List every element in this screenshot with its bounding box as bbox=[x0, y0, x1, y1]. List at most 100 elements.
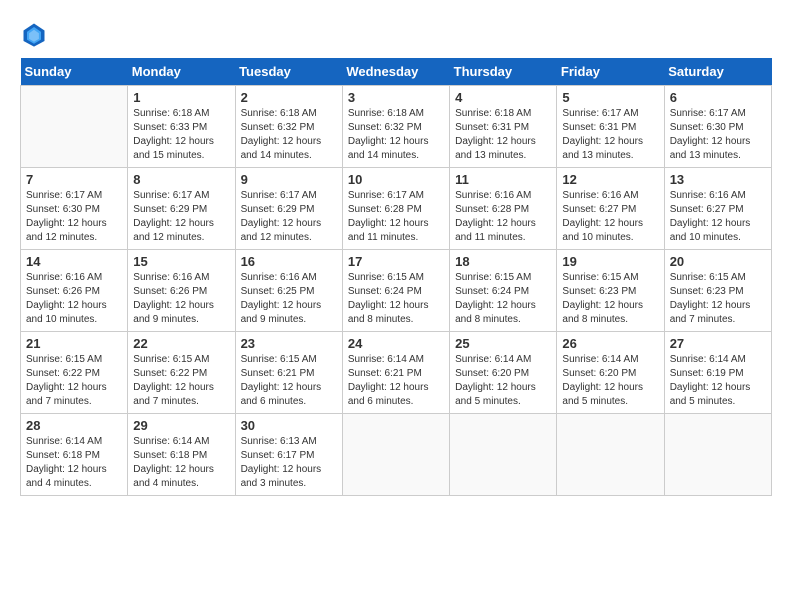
day-number: 20 bbox=[670, 254, 766, 269]
day-number: 30 bbox=[241, 418, 337, 433]
calendar-cell: 14 Sunrise: 6:16 AM Sunset: 6:26 PM Dayli… bbox=[21, 250, 128, 332]
day-number: 24 bbox=[348, 336, 444, 351]
day-number: 11 bbox=[455, 172, 551, 187]
day-number: 6 bbox=[670, 90, 766, 105]
day-number: 23 bbox=[241, 336, 337, 351]
day-number: 7 bbox=[26, 172, 122, 187]
day-number: 25 bbox=[455, 336, 551, 351]
day-number: 17 bbox=[348, 254, 444, 269]
calendar-cell: 20 Sunrise: 6:15 AM Sunset: 6:23 PM Dayli… bbox=[664, 250, 771, 332]
calendar-cell: 2Sunrise: 6:18 AM Sunset: 6:32 PM Daylig… bbox=[235, 86, 342, 168]
day-number: 16 bbox=[241, 254, 337, 269]
day-info: Sunrise: 6:16 AM Sunset: 6:27 PM Dayligh… bbox=[670, 189, 766, 245]
calendar-cell: 5Sunrise: 6:17 AM Sunset: 6:31 PM Daylig… bbox=[557, 86, 664, 168]
day-number: 28 bbox=[26, 418, 122, 433]
day-info: Sunrise: 6:15 AM Sunset: 6:24 PM Dayligh… bbox=[455, 271, 551, 327]
calendar-cell: 10Sunrise: 6:17 AM Sunset: 6:28 PM Dayli… bbox=[342, 168, 449, 250]
day-info: Sunrise: 6:14 AM Sunset: 6:20 PM Dayligh… bbox=[562, 353, 658, 409]
day-info: Sunrise: 6:17 AM Sunset: 6:29 PM Dayligh… bbox=[133, 189, 229, 245]
calendar-cell: 22 Sunrise: 6:15 AM Sunset: 6:22 PM Dayli… bbox=[128, 332, 235, 414]
day-number: 27 bbox=[670, 336, 766, 351]
calendar-cell: 30 Sunrise: 6:13 AM Sunset: 6:17 PM Dayli… bbox=[235, 414, 342, 496]
day-number: 3 bbox=[348, 90, 444, 105]
header-monday: Monday bbox=[128, 58, 235, 86]
calendar-cell: 17 Sunrise: 6:15 AM Sunset: 6:24 PM Dayli… bbox=[342, 250, 449, 332]
day-info: Sunrise: 6:15 AM Sunset: 6:23 PM Dayligh… bbox=[562, 271, 658, 327]
day-number: 29 bbox=[133, 418, 229, 433]
day-info: Sunrise: 6:14 AM Sunset: 6:18 PM Dayligh… bbox=[133, 435, 229, 491]
day-number: 4 bbox=[455, 90, 551, 105]
calendar-cell: 11 Sunrise: 6:16 AM Sunset: 6:28 PM Dayli… bbox=[450, 168, 557, 250]
day-info: Sunrise: 6:15 AM Sunset: 6:22 PM Dayligh… bbox=[26, 353, 122, 409]
day-info: Sunrise: 6:15 AM Sunset: 6:22 PM Dayligh… bbox=[133, 353, 229, 409]
calendar-cell: 29 Sunrise: 6:14 AM Sunset: 6:18 PM Dayli… bbox=[128, 414, 235, 496]
day-info: Sunrise: 6:14 AM Sunset: 6:19 PM Dayligh… bbox=[670, 353, 766, 409]
logo-icon bbox=[20, 20, 48, 48]
day-info: Sunrise: 6:17 AM Sunset: 6:29 PM Dayligh… bbox=[241, 189, 337, 245]
day-info: Sunrise: 6:17 AM Sunset: 6:30 PM Dayligh… bbox=[26, 189, 122, 245]
calendar-cell: 3 Sunrise: 6:18 AM Sunset: 6:32 PM Daylig… bbox=[342, 86, 449, 168]
calendar-week-4: 21 Sunrise: 6:15 AM Sunset: 6:22 PM Dayli… bbox=[21, 332, 772, 414]
calendar-header-row: SundayMondayTuesdayWednesdayThursdayFrid… bbox=[21, 58, 772, 86]
day-number: 10 bbox=[348, 172, 444, 187]
calendar-cell bbox=[21, 86, 128, 168]
day-info: Sunrise: 6:16 AM Sunset: 6:26 PM Dayligh… bbox=[133, 271, 229, 327]
calendar-cell bbox=[664, 414, 771, 496]
calendar-cell: 25 Sunrise: 6:14 AM Sunset: 6:20 PM Dayli… bbox=[450, 332, 557, 414]
day-info: Sunrise: 6:14 AM Sunset: 6:21 PM Dayligh… bbox=[348, 353, 444, 409]
calendar-cell bbox=[450, 414, 557, 496]
day-info: Sunrise: 6:14 AM Sunset: 6:20 PM Dayligh… bbox=[455, 353, 551, 409]
day-info: Sunrise: 6:18 AM Sunset: 6:33 PM Dayligh… bbox=[133, 107, 229, 163]
calendar-cell: 24 Sunrise: 6:14 AM Sunset: 6:21 PM Dayli… bbox=[342, 332, 449, 414]
day-number: 21 bbox=[26, 336, 122, 351]
calendar-cell: 19 Sunrise: 6:15 AM Sunset: 6:23 PM Dayli… bbox=[557, 250, 664, 332]
calendar-cell bbox=[342, 414, 449, 496]
day-number: 13 bbox=[670, 172, 766, 187]
day-info: Sunrise: 6:15 AM Sunset: 6:24 PM Dayligh… bbox=[348, 271, 444, 327]
calendar-week-2: 7 Sunrise: 6:17 AM Sunset: 6:30 PM Daylig… bbox=[21, 168, 772, 250]
calendar-week-3: 14 Sunrise: 6:16 AM Sunset: 6:26 PM Dayli… bbox=[21, 250, 772, 332]
calendar-cell: 8Sunrise: 6:17 AM Sunset: 6:29 PM Daylig… bbox=[128, 168, 235, 250]
logo bbox=[20, 20, 52, 48]
day-info: Sunrise: 6:18 AM Sunset: 6:32 PM Dayligh… bbox=[241, 107, 337, 163]
calendar-cell: 13 Sunrise: 6:16 AM Sunset: 6:27 PM Dayli… bbox=[664, 168, 771, 250]
calendar-cell: 23 Sunrise: 6:15 AM Sunset: 6:21 PM Dayli… bbox=[235, 332, 342, 414]
calendar-cell: 18 Sunrise: 6:15 AM Sunset: 6:24 PM Dayli… bbox=[450, 250, 557, 332]
day-info: Sunrise: 6:16 AM Sunset: 6:28 PM Dayligh… bbox=[455, 189, 551, 245]
calendar-cell: 6Sunrise: 6:17 AM Sunset: 6:30 PM Daylig… bbox=[664, 86, 771, 168]
calendar-cell: 1 Sunrise: 6:18 AM Sunset: 6:33 PM Daylig… bbox=[128, 86, 235, 168]
day-info: Sunrise: 6:15 AM Sunset: 6:21 PM Dayligh… bbox=[241, 353, 337, 409]
day-info: Sunrise: 6:16 AM Sunset: 6:26 PM Dayligh… bbox=[26, 271, 122, 327]
page-header bbox=[20, 20, 772, 48]
day-number: 15 bbox=[133, 254, 229, 269]
header-tuesday: Tuesday bbox=[235, 58, 342, 86]
calendar-cell: 12 Sunrise: 6:16 AM Sunset: 6:27 PM Dayli… bbox=[557, 168, 664, 250]
day-info: Sunrise: 6:16 AM Sunset: 6:25 PM Dayligh… bbox=[241, 271, 337, 327]
calendar-cell: 15 Sunrise: 6:16 AM Sunset: 6:26 PM Dayli… bbox=[128, 250, 235, 332]
header-sunday: Sunday bbox=[21, 58, 128, 86]
day-number: 19 bbox=[562, 254, 658, 269]
day-number: 12 bbox=[562, 172, 658, 187]
day-info: Sunrise: 6:16 AM Sunset: 6:27 PM Dayligh… bbox=[562, 189, 658, 245]
calendar-cell: 28Sunrise: 6:14 AM Sunset: 6:18 PM Dayli… bbox=[21, 414, 128, 496]
day-number: 18 bbox=[455, 254, 551, 269]
calendar-cell: 7 Sunrise: 6:17 AM Sunset: 6:30 PM Daylig… bbox=[21, 168, 128, 250]
day-number: 14 bbox=[26, 254, 122, 269]
calendar-cell bbox=[557, 414, 664, 496]
day-number: 22 bbox=[133, 336, 229, 351]
calendar-table: SundayMondayTuesdayWednesdayThursdayFrid… bbox=[20, 58, 772, 496]
calendar-week-5: 28 Sunrise: 6:14 AM Sunset: 6:18 PM Dayli… bbox=[21, 414, 772, 496]
calendar-cell: 26 Sunrise: 6:14 AM Sunset: 6:20 PM Dayli… bbox=[557, 332, 664, 414]
day-number: 9 bbox=[241, 172, 337, 187]
calendar-cell: 21 Sunrise: 6:15 AM Sunset: 6:22 PM Dayli… bbox=[21, 332, 128, 414]
calendar-cell: 9 Sunrise: 6:17 AM Sunset: 6:29 PM Daylig… bbox=[235, 168, 342, 250]
day-info: Sunrise: 6:18 AM Sunset: 6:32 PM Dayligh… bbox=[348, 107, 444, 163]
calendar-cell: 16 Sunrise: 6:16 AM Sunset: 6:25 PM Dayli… bbox=[235, 250, 342, 332]
day-info: Sunrise: 6:13 AM Sunset: 6:17 PM Dayligh… bbox=[241, 435, 337, 491]
calendar-cell: 27 Sunrise: 6:14 AM Sunset: 6:19 PM Dayli… bbox=[664, 332, 771, 414]
day-number: 26 bbox=[562, 336, 658, 351]
day-info: Sunrise: 6:15 AM Sunset: 6:23 PM Dayligh… bbox=[670, 271, 766, 327]
day-number: 1 bbox=[133, 90, 229, 105]
header-saturday: Saturday bbox=[664, 58, 771, 86]
calendar-cell: 4Sunrise: 6:18 AM Sunset: 6:31 PM Daylig… bbox=[450, 86, 557, 168]
